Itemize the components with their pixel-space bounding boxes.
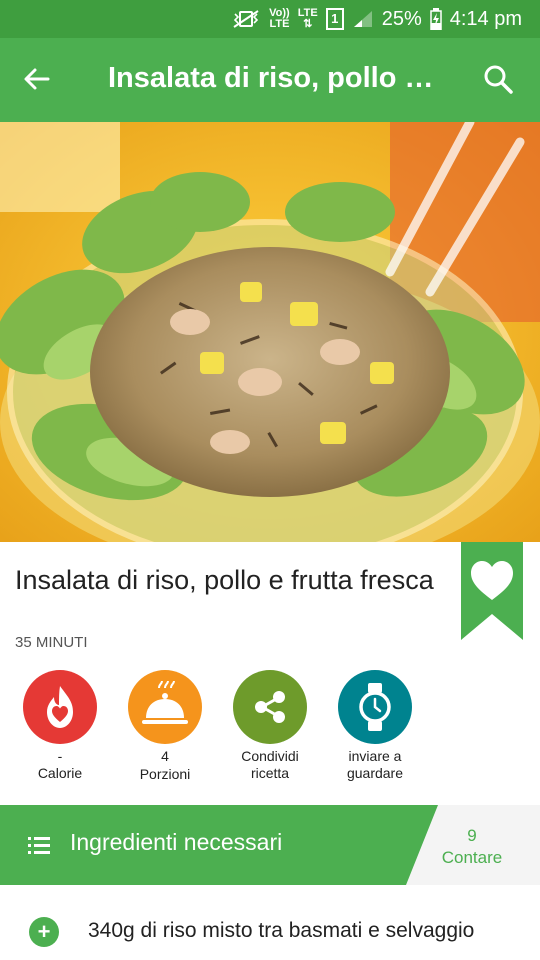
status-bar: Vo)) LTE LTE ⇅ 1 25% 4:14 pm (0, 0, 540, 38)
ingredient-item: + 340g di riso misto tra basmati e selva… (0, 905, 540, 960)
salad-illustration (0, 122, 540, 542)
recipe-info-card: Insalata di riso, pollo e frutta fresca … (0, 542, 540, 804)
share-circle (233, 670, 307, 744)
battery-percent: 25% (381, 7, 422, 30)
search-icon[interactable] (482, 63, 514, 95)
app-bar: Insalata di riso, pollo e... (0, 38, 540, 122)
vibrate-mute-icon (233, 10, 259, 28)
page-title: Insalata di riso, pollo e... (108, 62, 438, 94)
servings-circle (128, 670, 202, 744)
favorite-bookmark[interactable] (461, 542, 523, 640)
calorie-action[interactable]: - Calorie (8, 670, 112, 782)
recipe-title: Insalata di riso, pollo e frutta fresca (15, 565, 434, 595)
cooking-time: 35 MINUTI (15, 634, 88, 651)
watch-label: inviare a guardare (346, 748, 404, 781)
watch-circle (338, 670, 412, 744)
servings-label: Porzioni (139, 766, 191, 782)
calorie-circle (23, 670, 97, 744)
calorie-value: - (57, 748, 63, 764)
ingredients-title: Ingredienti necessari (70, 829, 283, 855)
send-to-watch-action[interactable]: inviare a guardare (323, 670, 427, 782)
share-label: Condividi ricetta (241, 748, 299, 781)
sim-indicator: 1 (325, 8, 344, 30)
share-icon (255, 691, 285, 723)
calorie-flame-icon (47, 686, 73, 728)
add-ingredient-icon[interactable]: + (29, 917, 59, 947)
ingredients-count-label: Contare (441, 848, 503, 867)
calorie-label: Calorie (37, 765, 83, 781)
ingredient-text: 340g di riso misto tra basmati e selvagg… (88, 919, 475, 942)
signal-icon (353, 11, 372, 27)
servings-action[interactable]: 4 Porzioni (113, 670, 217, 783)
arrow-back-icon[interactable] (22, 64, 52, 94)
lte-indicator: LTE ⇅ (297, 7, 318, 30)
list-icon (28, 837, 50, 854)
ingredients-count: 9 Contare (404, 825, 540, 869)
watch-icon (359, 683, 391, 731)
clock: 4:14 pm (449, 7, 522, 30)
recipe-photo (0, 122, 540, 542)
serving-cloche-icon (142, 680, 188, 724)
share-action[interactable]: Condividi ricetta (218, 670, 322, 782)
volte-indicator: Vo)) LTE (269, 7, 290, 30)
status-icons: Vo)) LTE LTE ⇅ 1 25% 4:14 pm (231, 0, 522, 38)
battery-charging-icon (429, 8, 442, 30)
servings-value: 4 (161, 748, 169, 764)
ingredients-count-value: 9 (467, 826, 477, 845)
